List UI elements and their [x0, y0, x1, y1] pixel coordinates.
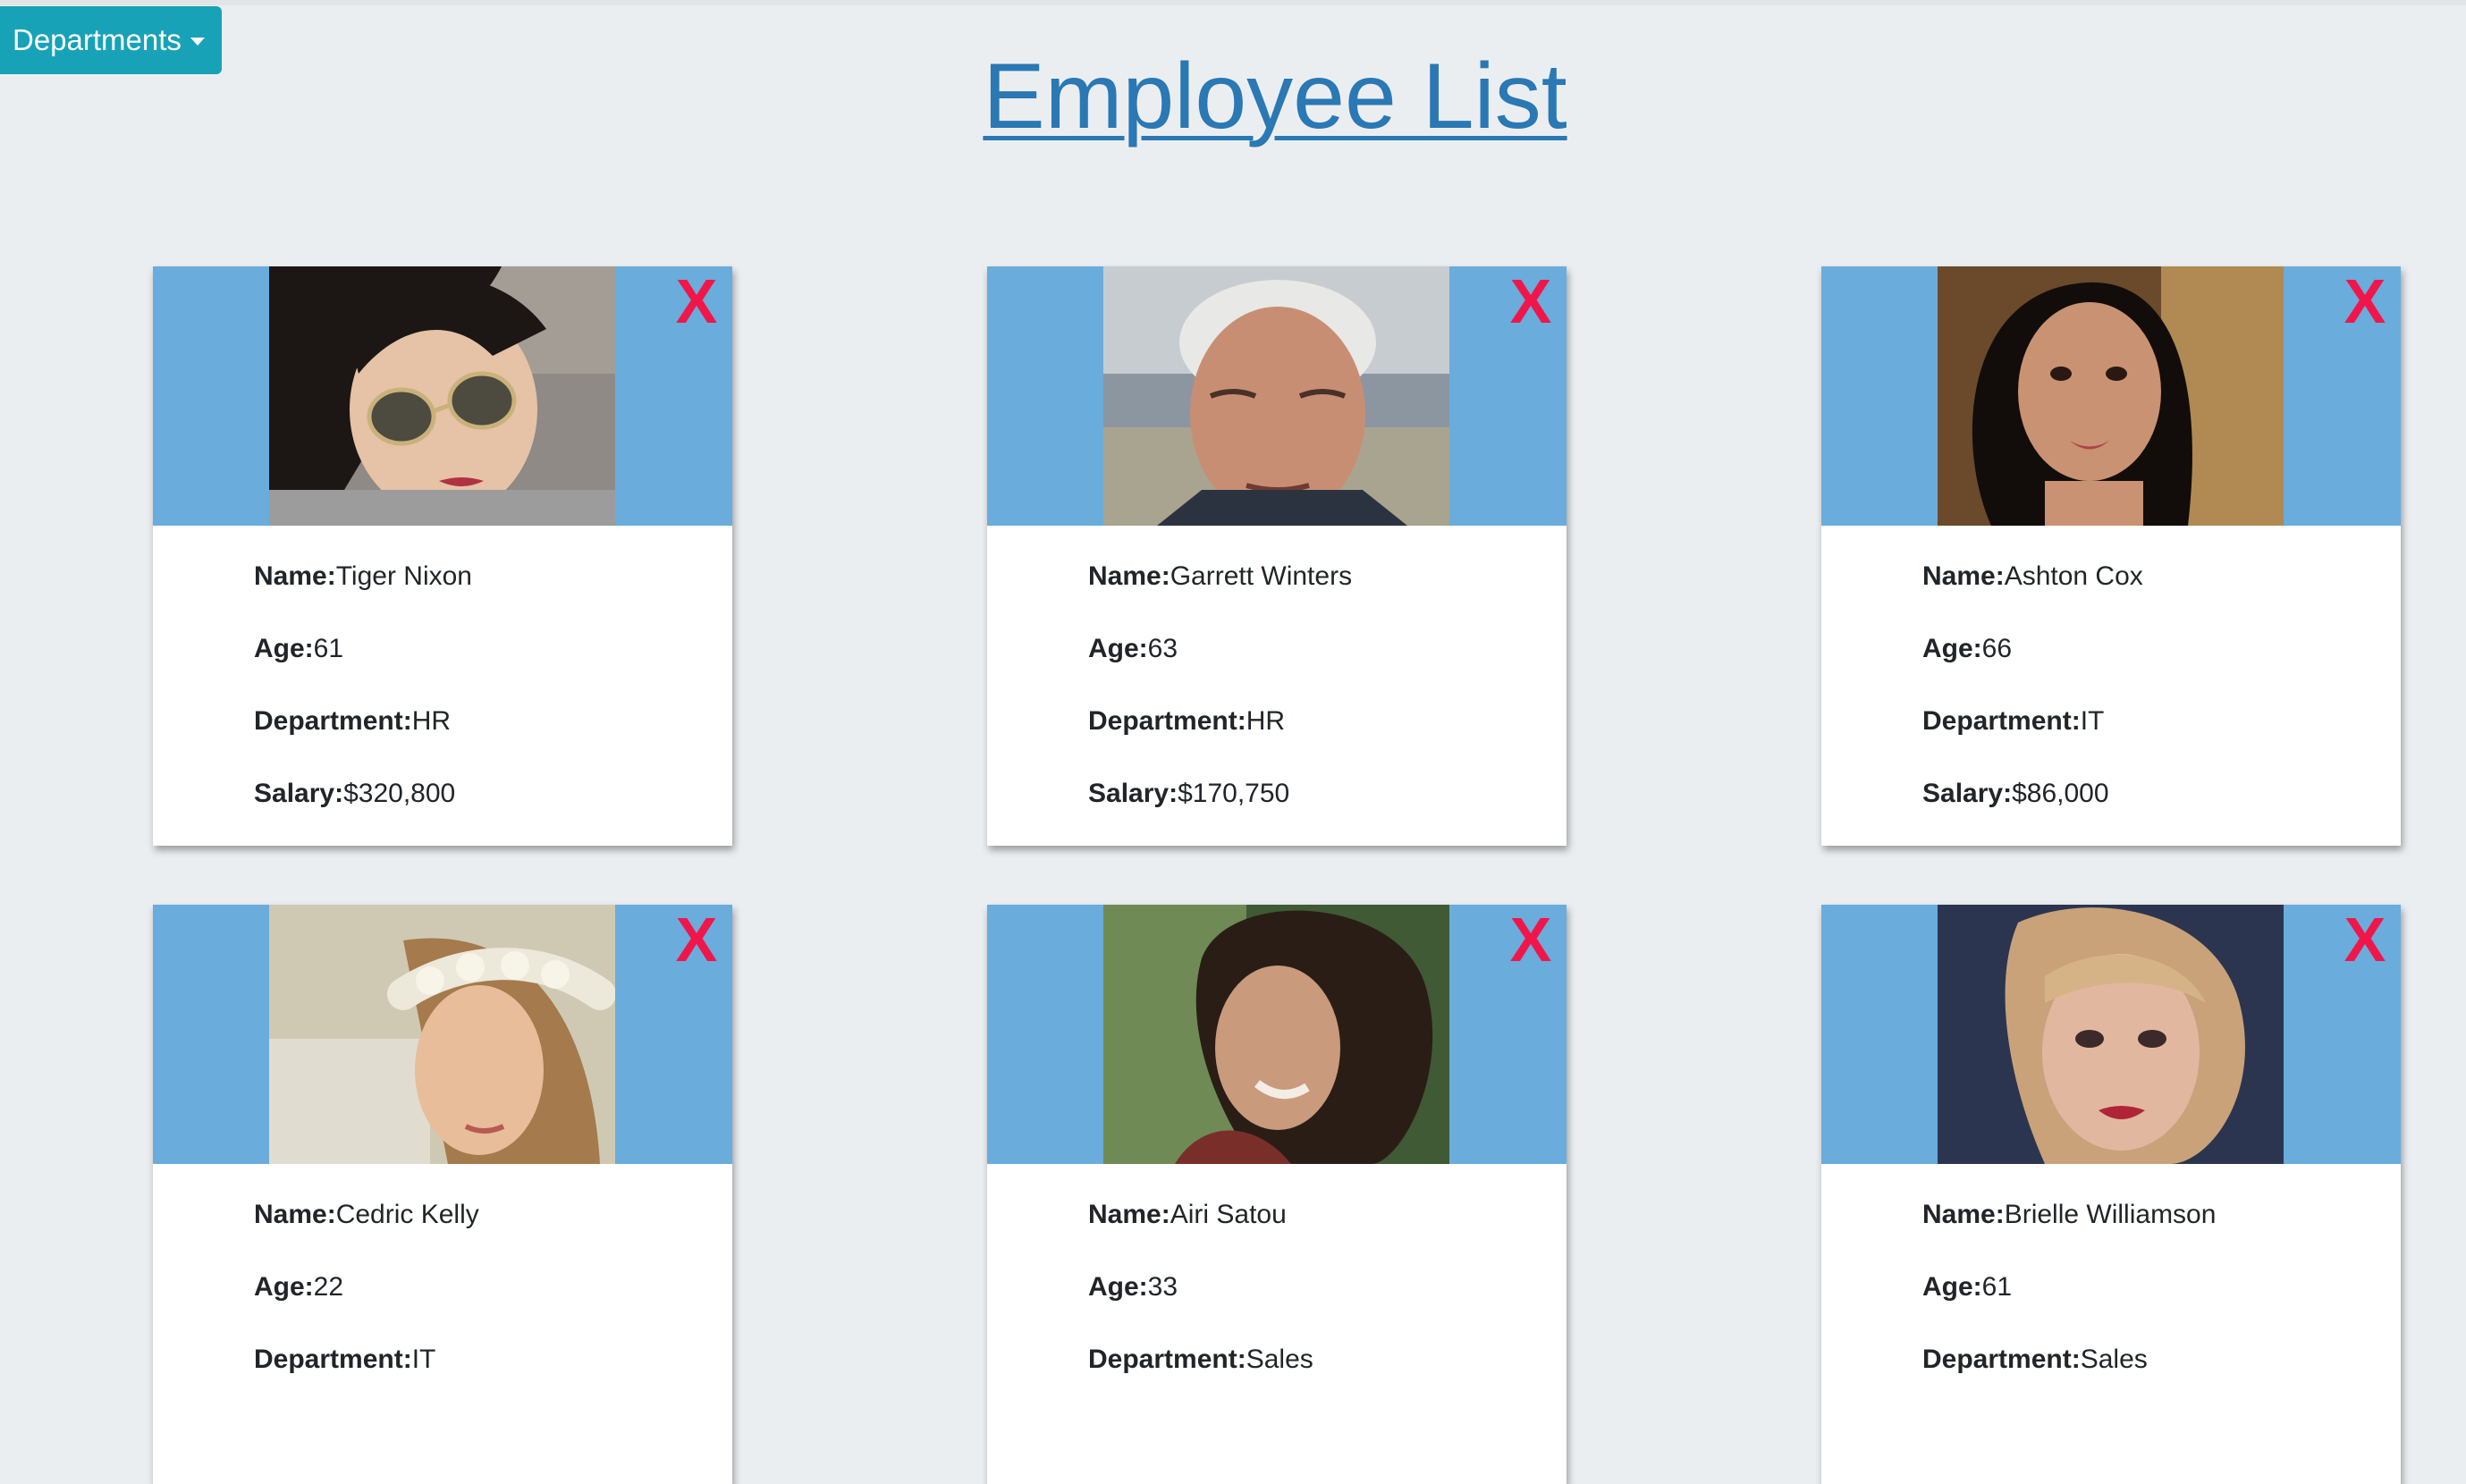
employee-photo	[1103, 905, 1449, 1164]
employee-info: Name:Tiger Nixon Age:61 Department:HR Sa…	[254, 561, 472, 851]
card-header: X	[987, 266, 1567, 526]
page-title: Employee List	[0, 43, 2466, 150]
employee-age: 63	[1147, 634, 1178, 663]
name-row: Name:Ashton Cox	[1922, 561, 2143, 634]
salary-row: Salary:$320,800	[254, 779, 472, 851]
page-title-link[interactable]: Employee List	[983, 45, 1567, 148]
employee-department: IT	[2080, 706, 2105, 736]
employee-info: Name:Brielle Williamson Age:61 Departmen…	[1922, 1200, 2216, 1417]
name-label: Name:	[1088, 1200, 1170, 1229]
card-header: X	[1821, 905, 2401, 1164]
salary-row: Salary:$86,000	[1922, 779, 2143, 851]
department-row: Department:HR	[254, 706, 472, 779]
employee-info: Name:Airi Satou Age:33 Department:Sales	[1088, 1200, 1313, 1417]
employee-card: X Name:Garrett Winters Age:63 Department…	[987, 266, 1567, 846]
employee-department: Sales	[1246, 1345, 1313, 1374]
name-row: Name:Tiger Nixon	[254, 561, 472, 634]
top-border	[0, 0, 2466, 5]
department-row: Department:Sales	[1088, 1345, 1313, 1417]
department-label: Department:	[254, 706, 412, 736]
employee-name: Cedric Kelly	[335, 1200, 479, 1229]
salary-label: Salary:	[1088, 779, 1178, 808]
remove-employee-button[interactable]: X	[1504, 908, 1558, 971]
age-row: Age:66	[1922, 634, 2143, 706]
name-row: Name:Cedric Kelly	[254, 1200, 479, 1272]
salary-label: Salary:	[1922, 779, 2013, 808]
card-header: X	[987, 905, 1567, 1164]
age-row: Age:22	[254, 1272, 479, 1345]
department-label: Department:	[1088, 706, 1246, 736]
department-label: Department:	[1088, 1345, 1246, 1374]
employee-name: Brielle Williamson	[2004, 1200, 2217, 1229]
employee-name: Tiger Nixon	[335, 561, 472, 591]
department-label: Department:	[254, 1345, 412, 1374]
age-label: Age:	[254, 1272, 314, 1302]
name-label: Name:	[1922, 1200, 2005, 1229]
name-row: Name:Brielle Williamson	[1922, 1200, 2216, 1272]
name-label: Name:	[254, 1200, 336, 1229]
age-label: Age:	[1088, 1272, 1148, 1302]
employee-name: Airi Satou	[1170, 1200, 1287, 1229]
department-label: Department:	[1922, 706, 2081, 736]
employee-name: Garrett Winters	[1170, 561, 1353, 591]
employee-card: X Name:Airi Satou Age:33 Department:Sale…	[987, 905, 1567, 1484]
remove-employee-button[interactable]: X	[670, 270, 723, 333]
remove-employee-button[interactable]: X	[670, 908, 723, 971]
department-label: Department:	[1922, 1345, 2081, 1374]
employee-photo	[1938, 905, 2284, 1164]
remove-employee-button[interactable]: X	[2338, 270, 2392, 333]
age-label: Age:	[1922, 1272, 1982, 1302]
remove-employee-button[interactable]: X	[2338, 908, 2392, 971]
employee-age: 61	[313, 634, 344, 663]
employee-card: X Name:Cedric Kelly Age:22 Department:IT	[153, 905, 732, 1484]
age-label: Age:	[254, 634, 314, 663]
employee-department: Sales	[2080, 1345, 2148, 1374]
employee-card: X Name:Tiger Nixon Age:61 Department:HR …	[153, 266, 732, 846]
employee-salary: $320,800	[343, 779, 456, 808]
employee-name: Ashton Cox	[2004, 561, 2143, 591]
card-header: X	[153, 905, 732, 1164]
name-label: Name:	[254, 561, 336, 591]
employee-department: HR	[1246, 706, 1286, 736]
age-row: Age:63	[1088, 634, 1352, 706]
age-row: Age:61	[254, 634, 472, 706]
employee-card: X Name:Brielle Williamson Age:61 Departm…	[1821, 905, 2401, 1484]
employee-card: X Name:Ashton Cox Age:66 Department:IT S…	[1821, 266, 2401, 846]
department-row: Department:Sales	[1922, 1345, 2216, 1417]
employee-age: 33	[1147, 1272, 1178, 1302]
age-row: Age:33	[1088, 1272, 1313, 1345]
salary-label: Salary:	[254, 779, 344, 808]
employee-salary: $86,000	[2012, 779, 2109, 808]
employee-photo	[1938, 266, 2284, 526]
name-label: Name:	[1922, 561, 2005, 591]
card-header: X	[153, 266, 732, 526]
employee-info: Name:Ashton Cox Age:66 Department:IT Sal…	[1922, 561, 2143, 851]
employee-age: 61	[1981, 1272, 2013, 1302]
employee-department: HR	[411, 706, 452, 736]
age-label: Age:	[1088, 634, 1148, 663]
age-label: Age:	[1922, 634, 1982, 663]
department-row: Department:IT	[1922, 706, 2143, 779]
employee-photo	[1103, 266, 1449, 526]
salary-row: Salary:$170,750	[1088, 779, 1352, 851]
department-row: Department:HR	[1088, 706, 1352, 779]
employee-photo	[269, 266, 615, 526]
employee-info: Name:Garrett Winters Age:63 Department:H…	[1088, 561, 1352, 851]
employee-age: 22	[313, 1272, 344, 1302]
name-label: Name:	[1088, 561, 1170, 591]
age-row: Age:61	[1922, 1272, 2216, 1345]
name-row: Name:Airi Satou	[1088, 1200, 1313, 1272]
employee-age: 66	[1981, 634, 2013, 663]
name-row: Name:Garrett Winters	[1088, 561, 1352, 634]
employee-department: IT	[411, 1345, 436, 1374]
employee-info: Name:Cedric Kelly Age:22 Department:IT	[254, 1200, 479, 1417]
card-header: X	[1821, 266, 2401, 526]
department-row: Department:IT	[254, 1345, 479, 1417]
remove-employee-button[interactable]: X	[1504, 270, 1558, 333]
employee-photo	[269, 905, 615, 1164]
employee-salary: $170,750	[1178, 779, 1290, 808]
